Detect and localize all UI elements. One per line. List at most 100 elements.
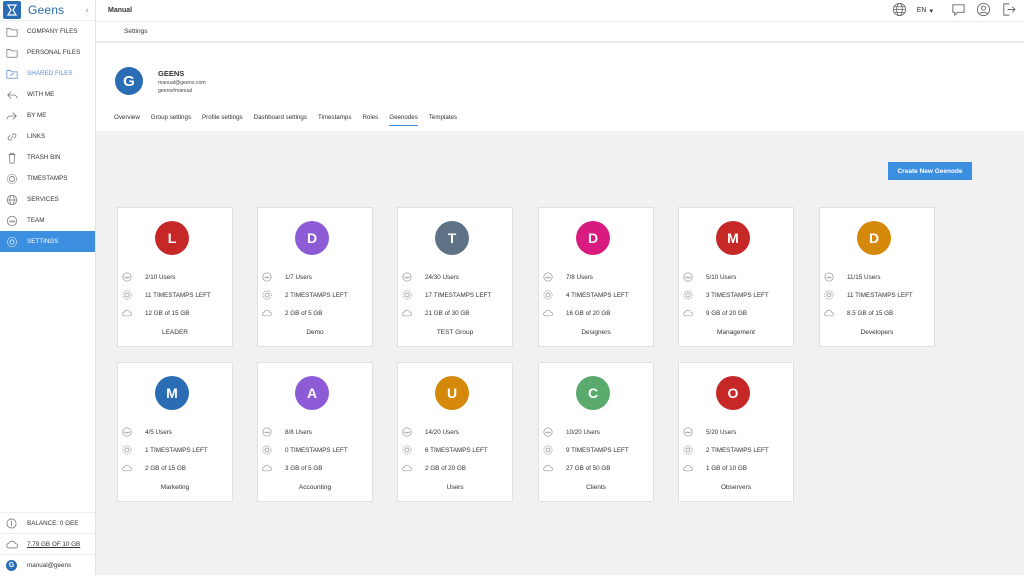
tab-timestamps[interactable]: Timestamps [318, 114, 351, 126]
geenode-name: Users [446, 484, 464, 491]
team-icon [683, 272, 693, 282]
tab-geenodes[interactable]: Geenodes [389, 114, 418, 126]
geenode-users-row: 5/20 Users [683, 427, 736, 437]
timestamp-icon [262, 445, 272, 455]
globe-icon[interactable] [892, 2, 907, 19]
geenode-storage: 2 GB of 15 GB [145, 464, 186, 472]
storage-label: 7.79 GB OF 10 GB [27, 540, 81, 548]
geenode-card[interactable]: D 1/7 Users 2 TIMESTAMPS LEFT 2 GB of 5 GB D… [257, 207, 373, 347]
sidebar-item-services[interactable]: SERVICES [0, 189, 95, 210]
team-icon [122, 272, 132, 282]
sidebar-item-timestamps[interactable]: TIMESTAMPS [0, 168, 95, 189]
sidebar-item-label: PERSONAL FILES [27, 49, 81, 56]
geenode-card[interactable]: D 11/15 Users 11 TIMESTAMPS LEFT 8.5 GB of … [819, 207, 935, 347]
geenode-timestamps: 11 TIMESTAMPS LEFT [847, 291, 913, 299]
sidebar-item-trash-bin[interactable]: TRASH BIN [0, 147, 95, 168]
team-icon [402, 427, 412, 437]
geenode-timestamps: 0 TIMESTAMPS LEFT [285, 446, 348, 454]
geenode-name: Clients [586, 484, 606, 491]
geenode-timestamps-row: 11 TIMESTAMPS LEFT [824, 290, 913, 300]
timestamp-icon [543, 290, 553, 300]
team-icon [262, 427, 272, 437]
topbar: Manual EN ▾ [96, 0, 1024, 21]
geenode-card[interactable]: L 2/10 Users 11 TIMESTAMPS LEFT 12 GB of 15… [117, 207, 233, 347]
geenode-card[interactable]: C 10/20 Users 9 TIMESTAMPS LEFT 27 GB of 50… [538, 362, 654, 502]
create-geenode-button[interactable]: Create New Geenode [888, 162, 972, 180]
timestamp-icon [683, 445, 693, 455]
geenode-card[interactable]: O 5/20 Users 2 TIMESTAMPS LEFT 1 GB of 10 G… [678, 362, 794, 502]
sidebar-item-settings[interactable]: SETTINGS [0, 231, 95, 252]
timestamp-icon [402, 290, 412, 300]
sidebar-item-company-files[interactable]: COMPANY FILES [0, 21, 95, 42]
tab-overview[interactable]: Overview [114, 114, 140, 126]
balance-item[interactable]: BALANCE: 0 GEE [0, 512, 95, 533]
sidebar-item-label: TRASH BIN [27, 154, 61, 161]
language-selector[interactable]: EN ▾ [917, 7, 933, 15]
geenode-users: 2/10 Users [145, 273, 176, 281]
geenode-name: Designers [581, 329, 611, 336]
sidebar-item-personal-files[interactable]: PERSONAL FILES [0, 42, 95, 63]
sidebar-item-label: TEAM [27, 217, 45, 224]
tab-profile-settings[interactable]: Profile settings [202, 114, 243, 126]
tab-group-settings[interactable]: Group settings [151, 114, 191, 126]
sidebar-item-by-me[interactable]: BY ME [0, 105, 95, 126]
collapse-sidebar-icon[interactable]: ‹ [86, 5, 89, 16]
geenode-timestamps: 3 TIMESTAMPS LEFT [706, 291, 769, 299]
geens-logo-icon[interactable] [3, 1, 21, 19]
chat-icon[interactable] [951, 2, 966, 19]
geenode-users: 7/8 Users [566, 273, 593, 281]
sidebar-item-team[interactable]: TEAM [0, 210, 95, 231]
folder-icon [5, 46, 18, 59]
storage-item[interactable]: 7.79 GB OF 10 GB [0, 533, 95, 554]
team-icon [543, 272, 553, 282]
geenode-card[interactable]: M 5/10 Users 3 TIMESTAMPS LEFT 9 GB of 20 G… [678, 207, 794, 347]
caret-down-icon: ▾ [929, 7, 933, 15]
breadcrumb-settings[interactable]: Settings [124, 28, 148, 35]
logout-icon[interactable] [1001, 2, 1016, 19]
geenode-timestamps-row: 6 TIMESTAMPS LEFT [402, 445, 488, 455]
geenode-card[interactable]: D 7/8 Users 4 TIMESTAMPS LEFT 16 GB of 20 G… [538, 207, 654, 347]
geenode-name: LEADER [161, 329, 188, 336]
geenode-timestamps: 9 TIMESTAMPS LEFT [566, 446, 629, 454]
cloud-icon [543, 308, 553, 318]
sidebar-item-shared-files[interactable]: SHARED FILES [0, 63, 95, 84]
geenode-name: TEST Group [436, 329, 474, 336]
tab-dashboard-settings[interactable]: Dashboard settings [254, 114, 307, 126]
settings-tabs: Overview Group settings Profile settings Da… [114, 114, 457, 126]
sidebar-item-label: LINKS [27, 133, 46, 140]
user-avatar: G [6, 559, 17, 571]
reply-icon [5, 88, 18, 101]
geenode-card[interactable]: A 8/8 Users 0 TIMESTAMPS LEFT 3 GB of 5 GB A… [257, 362, 373, 502]
geenode-timestamps-row: 4 TIMESTAMPS LEFT [543, 290, 629, 300]
geenode-storage: 2 GB of 5 GB [285, 309, 323, 317]
timestamp-icon [122, 445, 132, 455]
geenode-storage-row: 12 GB of 15 GB [122, 308, 189, 318]
page-title: Manual [108, 7, 133, 14]
team-icon [543, 427, 553, 437]
cloud-icon [122, 308, 132, 318]
geenode-card[interactable]: T 24/30 Users 17 TIMESTAMPS LEFT 21 GB of 3… [397, 207, 513, 347]
geenode-users-row: 11/15 Users [824, 272, 880, 282]
geenode-avatar: U [435, 376, 469, 410]
geenode-card[interactable]: M 4/5 Users 1 TIMESTAMPS LEFT 2 GB of 15 GB… [117, 362, 233, 502]
geenode-users: 5/10 Users [706, 273, 737, 281]
cloud-icon [543, 463, 553, 473]
user-item[interactable]: G manual@geens [0, 554, 95, 575]
cloud-icon [402, 463, 412, 473]
sidebar: Geens ‹ COMPANY FILES PERSONAL FILES SHARE… [0, 0, 96, 575]
group-name: GEENS [158, 69, 185, 78]
profile-icon[interactable] [976, 2, 991, 19]
geenode-avatar: T [435, 221, 469, 255]
geenode-storage: 16 GB of 20 GB [566, 309, 611, 317]
geenode-timestamps-row: 2 TIMESTAMPS LEFT [683, 445, 769, 455]
sidebar-item-links[interactable]: LINKS [0, 126, 95, 147]
sidebar-item-label: SHARED FILES [27, 70, 73, 77]
sidebar-item-with-me[interactable]: WITH ME [0, 84, 95, 105]
tab-templates[interactable]: Templates [429, 114, 457, 126]
geenode-name: Marketing [160, 484, 190, 491]
logo-row: Geens ‹ [0, 0, 95, 21]
topbar-actions: EN ▾ [892, 2, 1016, 19]
gear-icon [5, 235, 18, 248]
geenode-card[interactable]: U 14/20 Users 6 TIMESTAMPS LEFT 2 GB of 20 … [397, 362, 513, 502]
tab-roles[interactable]: Roles [362, 114, 378, 126]
